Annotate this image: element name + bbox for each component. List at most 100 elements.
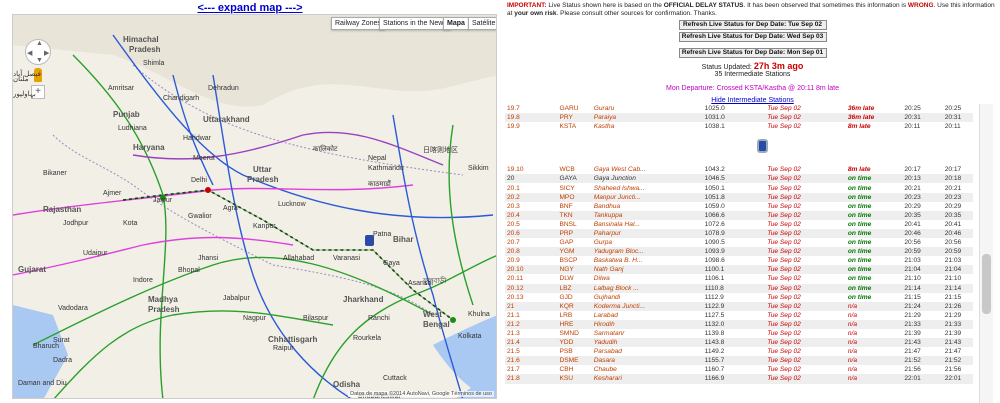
map-label-10: Pradesh xyxy=(148,305,180,314)
table-row[interactable]: 21.1 LRB Larabad 1127.5 Tue Sep 02 n/a 21:29 21… xyxy=(505,311,973,320)
table-cell: 21:43 xyxy=(902,338,943,348)
map-label-48: Varanasi xyxy=(333,255,361,262)
table-row[interactable]: 21.5 PSB Parsabad 1149.2 Tue Sep 02 n/a 21:47 2… xyxy=(505,347,973,356)
table-row[interactable]: 19.7 GARU Guraru 1025.0 Tue Sep 02 36m late 20… xyxy=(505,104,973,113)
table-cell: 1059.0 xyxy=(704,202,725,210)
table-row[interactable]: 20.10 NGY Nath Ganj 1100.1 Tue Sep 02 on time… xyxy=(505,265,973,275)
table-cell: 21.4 xyxy=(505,338,558,348)
table-row[interactable]: 20.12 LBZ Lalbag Block ... 1110.8 Tue Sep 02… xyxy=(505,283,973,293)
table-cell: 1132.0 xyxy=(702,319,766,329)
table-cell: on time xyxy=(847,293,872,301)
table-cell: Tue Sep 02 xyxy=(767,239,801,247)
table-row[interactable]: 20.9 BSCP Baskatwa B. H... 1098.6 Tue Sep 02… xyxy=(505,256,973,265)
table-cell: on time xyxy=(845,283,903,293)
table-row[interactable]: 20.8 YGM Yadugram Bloc... 1093.9 Tue Sep 02 o… xyxy=(505,247,973,257)
table-cell: 21.8 xyxy=(505,374,558,384)
table-row[interactable]: 20.3 BNF Bandhua 1059.0 Tue Sep 02 on time 20:… xyxy=(505,202,973,211)
table-cell: 22:01 xyxy=(902,374,943,384)
table-cell: Baskatwa B. H... xyxy=(593,257,643,265)
table-cell: Gurpa xyxy=(593,239,613,247)
expand-map-link[interactable]: <--- expand map ---> xyxy=(0,2,500,14)
map-type-satellite[interactable]: Satélite xyxy=(468,17,496,30)
map-label-20: Agra xyxy=(223,205,238,212)
table-row[interactable]: 21.2 HRE Hirodih 1132.0 Tue Sep 02 n/a 21:33 21… xyxy=(505,319,973,329)
table-cell: Tue Sep 02 xyxy=(767,275,801,283)
map-canvas[interactable] xyxy=(13,15,497,399)
table-cell: BNF xyxy=(559,202,573,210)
table-cell: 21:43 xyxy=(942,338,973,348)
table-row[interactable]: 21.4 YDD Yadudih 1143.8 Tue Sep 02 n/a 21:43 21… xyxy=(505,338,973,348)
table-cell: on time xyxy=(845,265,903,275)
table-cell: NGY xyxy=(557,265,592,275)
table-row[interactable]: 20.11 DLW Dilwa 1106.1 Tue Sep 02 on time 21:1… xyxy=(505,274,973,283)
refresh-mon-button[interactable]: Refresh Live Status for Dep Date: Mon Se… xyxy=(678,48,827,58)
table-row[interactable]: 21.6 DSME Dasara 1155.7 Tue Sep 02 n/a 21:52 21… xyxy=(505,356,973,366)
scroll-thumb[interactable] xyxy=(982,254,991,314)
table-row[interactable]: 21.3 SMND Sarmatanr 1139.8 Tue Sep 02 n/a 21:3… xyxy=(505,329,973,338)
table-row[interactable]: 19.10 WCB Gaya West Cab... 1043.2 Tue Sep 02… xyxy=(505,165,973,174)
table-cell: Hirodih xyxy=(591,319,703,329)
table-row[interactable]: 20 GAYA Gaya Junction 1046.5 Tue Sep 02 on ti… xyxy=(505,174,973,184)
map-label-9: Madhya xyxy=(148,295,178,304)
table-cell: 20.13 xyxy=(507,293,524,301)
refresh-tue-button[interactable]: Refresh Live Status for Dep Date: Tue Se… xyxy=(678,20,827,30)
station-table-wrap[interactable]: 19.7 GARU Guraru 1025.0 Tue Sep 02 36m late 20… xyxy=(505,104,975,403)
table-cell: 20:35 xyxy=(942,210,973,220)
pan-left-icon[interactable]: ◀ xyxy=(27,49,32,57)
pan-control[interactable]: ▲ ◀ ▶ ▼ xyxy=(25,39,51,65)
table-cell: 21:33 xyxy=(942,319,973,329)
table-cell: 20:11 xyxy=(904,123,921,131)
table-cell: Tue Sep 02 xyxy=(765,319,846,329)
table-cell: Tue Sep 02 xyxy=(765,338,846,348)
table-row[interactable]: 20.2 MPO Manpur Juncti... 1051.8 Tue Sep 02 o… xyxy=(505,192,973,202)
table-row[interactable]: 20.1 SICY Shaheed Ishwa... 1050.1 Tue Sep 02… xyxy=(505,183,973,192)
map-label-25: Ranchi xyxy=(368,315,390,322)
map-label-12: West xyxy=(423,310,442,319)
table-cell: Tue Sep 02 xyxy=(767,220,801,228)
map-label-37: Khulna xyxy=(468,311,490,318)
route-map[interactable]: Railway Zones Stations in the News Mapa … xyxy=(12,14,497,399)
table-row[interactable]: 20.6 PRP Paharpur 1078.9 Tue Sep 02 on time 20… xyxy=(505,228,973,239)
hide-intermediate-link[interactable]: Hide Intermediate Stations xyxy=(505,97,1000,104)
table-cell: 21:39 xyxy=(944,330,962,338)
table-cell: 1093.9 xyxy=(702,247,766,257)
scrollbar[interactable] xyxy=(979,104,993,403)
table-cell: on time xyxy=(845,192,903,202)
table-row[interactable]: 19.9 KSTA Kastha 1038.1 Tue Sep 02 8m late 20:… xyxy=(505,122,973,131)
table-cell: 20:29 xyxy=(904,202,921,210)
table-row[interactable]: 21.7 CBH Chaube 1160.7 Tue Sep 02 n/a 21:56 21:… xyxy=(505,365,973,374)
table-cell: GAP xyxy=(559,239,574,247)
refresh-wed-button[interactable]: Refresh Live Status for Dep Date: Wed Se… xyxy=(678,32,827,42)
pan-down-icon[interactable]: ▼ xyxy=(36,57,43,64)
map-label-6: Pradesh xyxy=(247,175,279,184)
table-cell: 1100.1 xyxy=(702,265,766,275)
disclaimer-text: . Please consult other sources for confi… xyxy=(556,10,717,17)
table-row[interactable]: 21 KQR Koderma Juncti... 1122.9 Tue Sep 02 n/… xyxy=(505,301,973,311)
table-row[interactable]: 20.13 GJD Gujhandi 1112.9 Tue Sep 02 on time 2… xyxy=(505,293,973,302)
map-panel: <--- expand map ---> Railway Zones Stati… xyxy=(0,0,500,403)
table-row[interactable]: 21.8 KSU Kesharari 1166.9 Tue Sep 02 n/a 22:01… xyxy=(505,374,973,384)
table-cell: Sarmatanr xyxy=(593,330,625,338)
map-label-31: Bikaner xyxy=(43,170,67,177)
table-row[interactable]: 19.8 PRY Paraiya 1031.0 Tue Sep 02 36m late 20… xyxy=(505,113,973,123)
table-row[interactable]: 20.7 GAP Gurpa 1090.5 Tue Sep 02 on time 20:56… xyxy=(505,238,973,247)
disclaimer: IMPORTANT: Live Status shown here is bas… xyxy=(505,0,1000,18)
table-row[interactable]: 20.5 BNSL Bansinala Hal... 1072.6 Tue Sep 02… xyxy=(505,220,973,229)
table-cell: PSB xyxy=(559,348,573,356)
railway-zones-button[interactable]: Railway Zones xyxy=(331,17,385,30)
table-row[interactable]: 20.4 TKN Tankuppa 1066.6 Tue Sep 02 on time 20… xyxy=(505,210,973,220)
pan-right-icon[interactable]: ▶ xyxy=(44,49,49,57)
stations-news-button[interactable]: Stations in the News xyxy=(379,17,451,30)
table-cell: 1143.8 xyxy=(702,338,766,348)
table-cell: 20 xyxy=(505,174,558,184)
table-cell: Tue Sep 02 xyxy=(765,192,846,202)
map-label-33: Indore xyxy=(133,277,153,284)
map-type-mapa[interactable]: Mapa xyxy=(443,17,469,30)
table-cell: Tue Sep 02 xyxy=(767,202,801,210)
map-label-1: Pradesh xyxy=(129,45,161,54)
map-label-51: Jhansi xyxy=(198,255,219,262)
table-cell: 20.11 xyxy=(507,275,524,283)
table-cell: Tue Sep 02 xyxy=(767,330,801,338)
table-cell: Larabad xyxy=(593,311,618,319)
pan-up-icon[interactable]: ▲ xyxy=(36,40,43,47)
